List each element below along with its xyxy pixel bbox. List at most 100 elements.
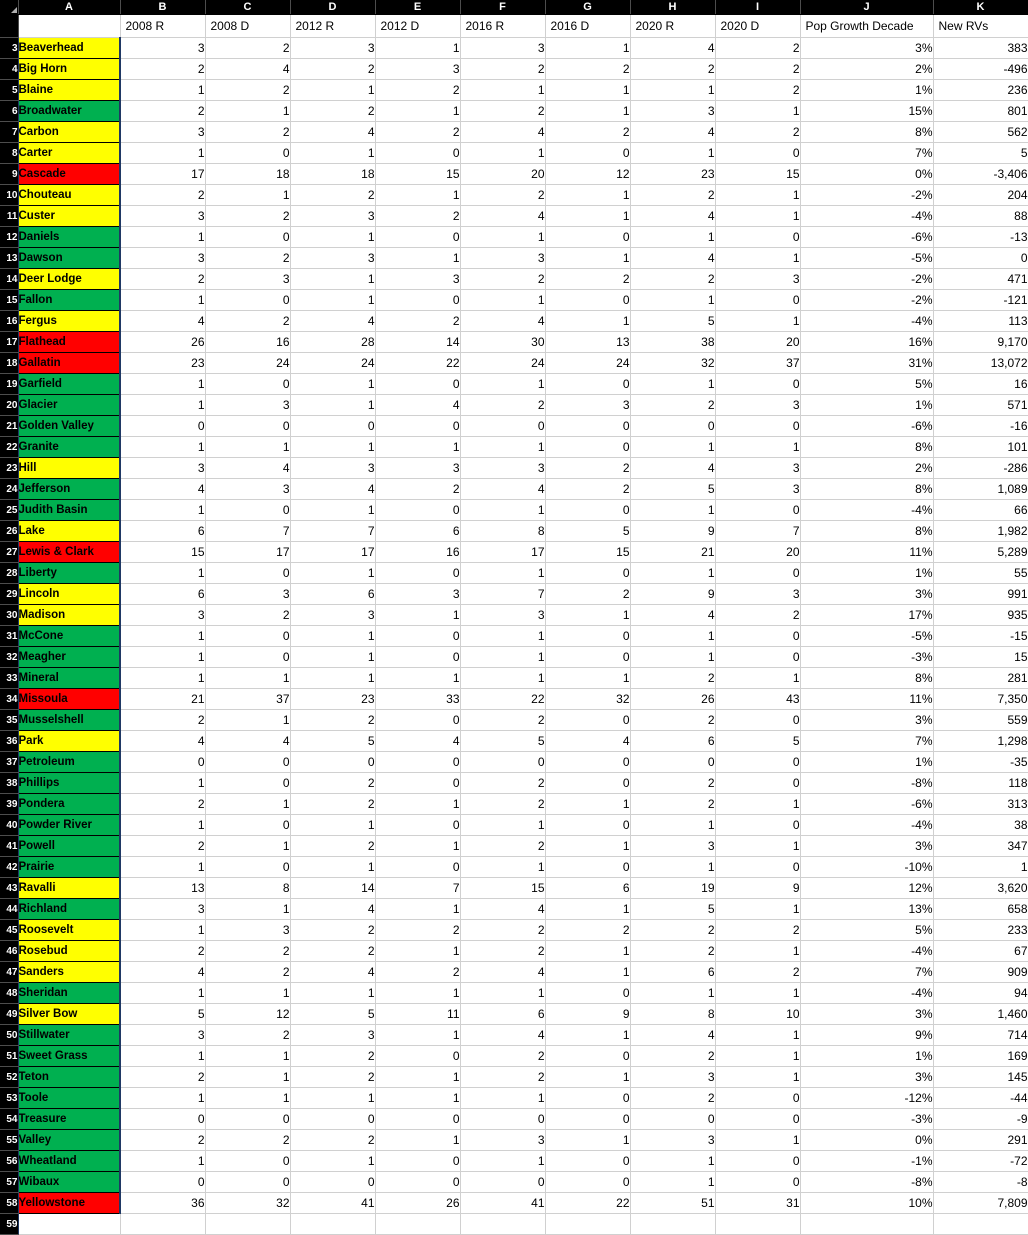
data-cell-k[interactable]: 0: [933, 247, 1028, 269]
data-cell-h[interactable]: 2: [630, 1087, 716, 1109]
data-cell-h[interactable]: 1: [630, 289, 716, 311]
data-cell-b[interactable]: 1: [120, 289, 206, 311]
data-cell-f[interactable]: 2: [460, 100, 546, 122]
data-cell-h[interactable]: 23: [630, 163, 716, 185]
data-cell-h[interactable]: 0: [630, 751, 716, 773]
data-cell-i[interactable]: 0: [715, 289, 801, 311]
data-cell-b[interactable]: 4: [120, 478, 206, 500]
empty-cell[interactable]: [460, 1213, 546, 1235]
data-cell-h[interactable]: 2: [630, 394, 716, 416]
county-name-cell[interactable]: Dawson: [18, 247, 121, 269]
data-cell-i[interactable]: 9: [715, 877, 801, 899]
data-cell-h[interactable]: 32: [630, 352, 716, 374]
column-header-b[interactable]: B: [120, 0, 206, 15]
data-cell-f[interactable]: 1: [460, 226, 546, 248]
data-cell-k[interactable]: 935: [933, 604, 1028, 626]
data-cell-f[interactable]: 8: [460, 520, 546, 542]
data-cell-k[interactable]: 3,620: [933, 877, 1028, 899]
county-name-cell[interactable]: Roosevelt: [18, 919, 121, 941]
data-cell-c[interactable]: 17: [205, 541, 291, 563]
data-cell-b[interactable]: 1: [120, 436, 206, 458]
data-cell-f[interactable]: 20: [460, 163, 546, 185]
data-cell-k[interactable]: -13: [933, 226, 1028, 248]
data-cell-i[interactable]: 1: [715, 1129, 801, 1151]
data-cell-e[interactable]: 1: [375, 184, 461, 206]
data-cell-b[interactable]: 26: [120, 331, 206, 353]
county-name-cell[interactable]: Phillips: [18, 772, 121, 794]
data-cell-h[interactable]: 1: [630, 646, 716, 668]
data-cell-j[interactable]: 8%: [800, 478, 934, 500]
row-number[interactable]: 46: [0, 940, 19, 962]
data-cell-g[interactable]: 24: [545, 352, 631, 374]
data-cell-g[interactable]: 4: [545, 730, 631, 752]
data-cell-f[interactable]: 2: [460, 58, 546, 80]
data-cell-f[interactable]: 0: [460, 415, 546, 437]
data-cell-b[interactable]: 1: [120, 625, 206, 647]
data-cell-e[interactable]: 0: [375, 646, 461, 668]
data-cell-i[interactable]: 1: [715, 247, 801, 269]
data-cell-b[interactable]: 1: [120, 1045, 206, 1067]
data-cell-d[interactable]: 7: [290, 520, 376, 542]
data-cell-e[interactable]: 6: [375, 520, 461, 542]
county-name-cell[interactable]: Broadwater: [18, 100, 121, 122]
data-cell-e[interactable]: 1: [375, 604, 461, 626]
data-cell-d[interactable]: 3: [290, 604, 376, 626]
data-cell-h[interactable]: 1: [630, 625, 716, 647]
county-name-cell[interactable]: Flathead: [18, 331, 121, 353]
data-cell-c[interactable]: 32: [205, 1192, 291, 1214]
data-cell-e[interactable]: 1: [375, 100, 461, 122]
data-cell-d[interactable]: 2: [290, 940, 376, 962]
data-cell-j[interactable]: -4%: [800, 205, 934, 227]
data-cell-i[interactable]: 37: [715, 352, 801, 374]
data-cell-b[interactable]: 21: [120, 688, 206, 710]
county-name-cell[interactable]: Garfield: [18, 373, 121, 395]
data-cell-d[interactable]: 5: [290, 730, 376, 752]
data-cell-g[interactable]: 2: [545, 583, 631, 605]
data-cell-h[interactable]: 2: [630, 268, 716, 290]
data-cell-b[interactable]: 3: [120, 898, 206, 920]
data-cell-k[interactable]: 16: [933, 373, 1028, 395]
data-cell-h[interactable]: 1: [630, 226, 716, 248]
data-cell-i[interactable]: 0: [715, 1171, 801, 1193]
county-name-cell[interactable]: Golden Valley: [18, 415, 121, 437]
data-cell-f[interactable]: 3: [460, 1129, 546, 1151]
data-cell-i[interactable]: 20: [715, 541, 801, 563]
data-cell-j[interactable]: 8%: [800, 667, 934, 689]
data-cell-i[interactable]: 0: [715, 856, 801, 878]
data-cell-k[interactable]: 101: [933, 436, 1028, 458]
data-cell-f[interactable]: 1: [460, 1087, 546, 1109]
data-cell-g[interactable]: 1: [545, 898, 631, 920]
data-cell-k[interactable]: 714: [933, 1024, 1028, 1046]
data-cell-c[interactable]: 0: [205, 373, 291, 395]
empty-cell[interactable]: [715, 1213, 801, 1235]
data-cell-f[interactable]: 2: [460, 268, 546, 290]
data-cell-i[interactable]: 0: [715, 499, 801, 521]
data-cell-i[interactable]: 3: [715, 394, 801, 416]
data-cell-b[interactable]: 2: [120, 1066, 206, 1088]
empty-cell[interactable]: [545, 1213, 631, 1235]
data-cell-h[interactable]: 1: [630, 499, 716, 521]
data-cell-g[interactable]: 0: [545, 1150, 631, 1172]
data-cell-e[interactable]: 2: [375, 121, 461, 143]
row-number[interactable]: 36: [0, 730, 19, 752]
county-name-cell[interactable]: Toole: [18, 1087, 121, 1109]
data-cell-i[interactable]: 0: [715, 562, 801, 584]
data-cell-c[interactable]: 1: [205, 1045, 291, 1067]
row-number[interactable]: 35: [0, 709, 19, 731]
data-cell-k[interactable]: -121: [933, 289, 1028, 311]
data-cell-g[interactable]: 0: [545, 499, 631, 521]
data-cell-g[interactable]: 1: [545, 37, 631, 59]
row-number[interactable]: 32: [0, 646, 19, 668]
empty-cell[interactable]: [290, 1213, 376, 1235]
data-cell-f[interactable]: 4: [460, 478, 546, 500]
data-cell-e[interactable]: 14: [375, 331, 461, 353]
data-cell-c[interactable]: 2: [205, 604, 291, 626]
county-name-cell[interactable]: Sheridan: [18, 982, 121, 1004]
county-name-cell[interactable]: Treasure: [18, 1108, 121, 1130]
data-cell-f[interactable]: 24: [460, 352, 546, 374]
column-header-a[interactable]: A: [18, 0, 121, 15]
data-cell-i[interactable]: 1: [715, 667, 801, 689]
data-cell-k[interactable]: -496: [933, 58, 1028, 80]
data-cell-c[interactable]: 0: [205, 226, 291, 248]
data-cell-h[interactable]: 3: [630, 835, 716, 857]
